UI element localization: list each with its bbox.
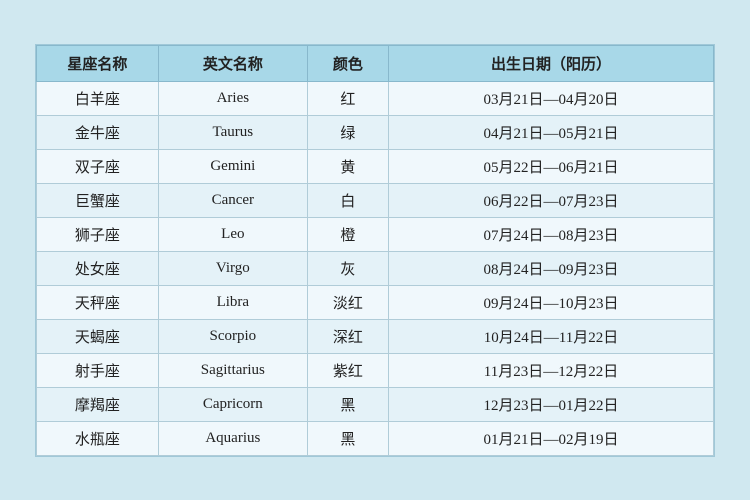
cell-english: Sagittarius — [158, 353, 307, 387]
cell-color: 黑 — [307, 421, 388, 455]
table-row: 巨蟹座Cancer白06月22日—07月23日 — [37, 183, 714, 217]
cell-date: 12月23日—01月22日 — [389, 387, 714, 421]
header-date: 出生日期（阳历） — [389, 45, 714, 81]
cell-chinese: 白羊座 — [37, 81, 159, 115]
cell-english: Leo — [158, 217, 307, 251]
cell-color: 黑 — [307, 387, 388, 421]
cell-color: 绿 — [307, 115, 388, 149]
cell-date: 10月24日—11月22日 — [389, 319, 714, 353]
cell-date: 11月23日—12月22日 — [389, 353, 714, 387]
cell-chinese: 摩羯座 — [37, 387, 159, 421]
table-row: 狮子座Leo橙07月24日—08月23日 — [37, 217, 714, 251]
cell-date: 09月24日—10月23日 — [389, 285, 714, 319]
cell-color: 紫红 — [307, 353, 388, 387]
table-body: 白羊座Aries红03月21日—04月20日金牛座Taurus绿04月21日—0… — [37, 81, 714, 455]
header-english: 英文名称 — [158, 45, 307, 81]
table-row: 金牛座Taurus绿04月21日—05月21日 — [37, 115, 714, 149]
cell-english: Scorpio — [158, 319, 307, 353]
cell-english: Capricorn — [158, 387, 307, 421]
cell-color: 淡红 — [307, 285, 388, 319]
table-row: 天蝎座Scorpio深红10月24日—11月22日 — [37, 319, 714, 353]
cell-chinese: 双子座 — [37, 149, 159, 183]
table-row: 摩羯座Capricorn黑12月23日—01月22日 — [37, 387, 714, 421]
cell-date: 06月22日—07月23日 — [389, 183, 714, 217]
cell-english: Aquarius — [158, 421, 307, 455]
cell-chinese: 狮子座 — [37, 217, 159, 251]
cell-date: 01月21日—02月19日 — [389, 421, 714, 455]
cell-date: 04月21日—05月21日 — [389, 115, 714, 149]
cell-english: Virgo — [158, 251, 307, 285]
cell-english: Taurus — [158, 115, 307, 149]
cell-date: 07月24日—08月23日 — [389, 217, 714, 251]
cell-date: 08月24日—09月23日 — [389, 251, 714, 285]
cell-date: 05月22日—06月21日 — [389, 149, 714, 183]
cell-english: Libra — [158, 285, 307, 319]
cell-chinese: 处女座 — [37, 251, 159, 285]
zodiac-table: 星座名称 英文名称 颜色 出生日期（阳历） 白羊座Aries红03月21日—04… — [36, 45, 714, 456]
cell-color: 橙 — [307, 217, 388, 251]
cell-english: Gemini — [158, 149, 307, 183]
header-chinese: 星座名称 — [37, 45, 159, 81]
cell-color: 白 — [307, 183, 388, 217]
cell-color: 灰 — [307, 251, 388, 285]
cell-english: Cancer — [158, 183, 307, 217]
cell-chinese: 巨蟹座 — [37, 183, 159, 217]
cell-color: 黄 — [307, 149, 388, 183]
table-row: 白羊座Aries红03月21日—04月20日 — [37, 81, 714, 115]
table-header-row: 星座名称 英文名称 颜色 出生日期（阳历） — [37, 45, 714, 81]
cell-chinese: 天蝎座 — [37, 319, 159, 353]
cell-date: 03月21日—04月20日 — [389, 81, 714, 115]
cell-chinese: 天秤座 — [37, 285, 159, 319]
table-row: 水瓶座Aquarius黑01月21日—02月19日 — [37, 421, 714, 455]
table-row: 处女座Virgo灰08月24日—09月23日 — [37, 251, 714, 285]
cell-color: 深红 — [307, 319, 388, 353]
cell-english: Aries — [158, 81, 307, 115]
table-row: 射手座Sagittarius紫红11月23日—12月22日 — [37, 353, 714, 387]
cell-color: 红 — [307, 81, 388, 115]
header-color: 颜色 — [307, 45, 388, 81]
table-row: 天秤座Libra淡红09月24日—10月23日 — [37, 285, 714, 319]
cell-chinese: 金牛座 — [37, 115, 159, 149]
table-row: 双子座Gemini黄05月22日—06月21日 — [37, 149, 714, 183]
cell-chinese: 水瓶座 — [37, 421, 159, 455]
cell-chinese: 射手座 — [37, 353, 159, 387]
zodiac-table-container: 星座名称 英文名称 颜色 出生日期（阳历） 白羊座Aries红03月21日—04… — [35, 44, 715, 457]
